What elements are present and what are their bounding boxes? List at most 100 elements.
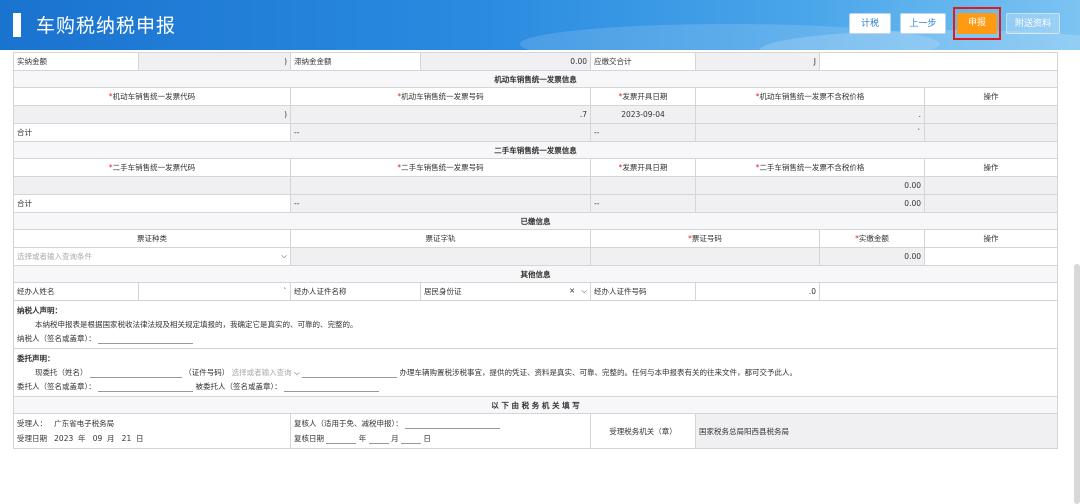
paid-col-amount: *实缴金额 xyxy=(819,229,925,248)
clear-icon[interactable]: × xyxy=(569,286,575,295)
paid-col-op: 操作 xyxy=(924,229,1058,248)
reviewer-blank[interactable] xyxy=(405,420,501,429)
chevron-down-icon[interactable]: ⌵ xyxy=(294,368,300,377)
receiver-value: 广东省电子税务局 xyxy=(54,419,115,428)
chevron-down-icon[interactable]: ⌵ xyxy=(581,286,587,296)
motor-total-price: ` xyxy=(695,123,925,142)
office-label: 受理税务机关（章） xyxy=(590,413,696,449)
entrust-declaration: 委托声明： 现委托（姓名） （证件号码） 选择或者输入查询 ⌵ 办理车辆购置税涉… xyxy=(13,348,1058,397)
receive-day: 21 xyxy=(121,434,132,443)
header-accent-bar xyxy=(13,13,21,37)
vertical-scrollbar[interactable] xyxy=(1074,264,1080,504)
used-invoice-section-title: 二手车销售统一发票信息 xyxy=(13,141,1058,159)
used-col-date-text: 发票开具日期 xyxy=(622,163,668,172)
used-code-input[interactable] xyxy=(13,176,291,195)
motor-total-row: 合计 -- -- ` xyxy=(13,123,1058,142)
taxpayer-sign-blank[interactable] xyxy=(98,335,194,344)
used-col-price-text: 二手车销售统一发票不含税价格 xyxy=(759,163,865,172)
motor-invoice-row: ) .7 2023-09-04 . xyxy=(13,105,1058,124)
receiver-cell: 受理人： 广东省电子税务局 受理日期 2023 年 09 月 21 日 xyxy=(13,413,291,449)
summary-blank xyxy=(819,52,1058,71)
page-header: 车购税纳税申报 计税 上一步 申报 附送资料 xyxy=(0,0,1080,50)
paid-type-select[interactable]: 选择或者输入查询条件 ⌵ xyxy=(13,247,291,266)
entrust-line: 现委托（姓名） （证件号码） 选择或者输入查询 ⌵ 办理车辆购置税涉税事宜，提供… xyxy=(17,367,1054,378)
entrust-cert-no-blank[interactable] xyxy=(302,369,398,378)
taxpayer-declaration-text: 本纳税申报表是根据国家税收法律法规及相关规定填报的，我确定它是真实的、可靠的、完… xyxy=(35,320,358,329)
other-section-title: 其他信息 xyxy=(13,265,1058,283)
entrust-cert-select[interactable]: 选择或者输入查询 xyxy=(232,368,292,377)
motor-col-op: 操作 xyxy=(924,87,1058,106)
paid-row: 选择或者输入查询条件 ⌵ 0.00 xyxy=(13,247,1058,266)
principal-sign-blank[interactable] xyxy=(98,383,194,392)
motor-total-number: -- xyxy=(290,123,591,142)
page-title: 车购税纳税申报 xyxy=(36,15,177,37)
attach-docs-button[interactable]: 附送资料 xyxy=(1006,13,1060,34)
used-invoice-row: 0.00 xyxy=(13,176,1058,195)
used-op-cell xyxy=(924,176,1058,195)
agent-name-input[interactable]: ` xyxy=(138,282,291,301)
total-due-label: 应缴交合计 xyxy=(590,52,696,71)
entrust-declaration-row: 委托声明： 现委托（姓名） （证件号码） 选择或者输入查询 ⌵ 办理车辆购置税涉… xyxy=(13,348,1058,397)
review-day-unit: 日 xyxy=(423,434,431,443)
review-day-blank[interactable] xyxy=(400,435,421,444)
taxpayer-sign-label: 纳税人（签名或盖章）： xyxy=(17,334,96,343)
motor-number-input[interactable]: .7 xyxy=(290,105,591,124)
agent-sign-blank[interactable] xyxy=(284,383,380,392)
declaration-form: 实纳金额 ) 滞纳金金额 0.00 应缴交合计 J 机动车销售统一发票信息 *机… xyxy=(13,52,1058,449)
paid-track-input[interactable] xyxy=(290,247,591,266)
office-section-title: 以 下 由 税 务 机 关 填 写 xyxy=(13,396,1058,414)
used-date-input[interactable] xyxy=(590,176,696,195)
office-row: 受理人： 广东省电子税务局 受理日期 2023 年 09 月 21 日 复核人（… xyxy=(13,413,1058,449)
motor-date-input[interactable]: 2023-09-04 xyxy=(590,105,696,124)
calc-tax-button[interactable]: 计税 xyxy=(849,13,891,34)
reviewer-line: 复核人（适用于免、减税申报）： xyxy=(294,418,587,429)
used-total-label: 合计 xyxy=(13,194,291,213)
other-blank xyxy=(819,282,1058,301)
motor-total-label: 合计 xyxy=(13,123,291,142)
day-unit: 日 xyxy=(136,434,144,443)
entrust-sign-line: 委托人（签名或盖章）： 被委托人（签名或盖章）： xyxy=(17,381,1054,392)
review-year-blank[interactable] xyxy=(326,435,357,444)
review-month-blank[interactable] xyxy=(368,435,389,444)
used-total-date: -- xyxy=(590,194,696,213)
other-info-row: 经办人姓名 ` 经办人证件名称 居民身份证 ⌵ × 经办人证件号码 .0 xyxy=(13,282,1058,301)
actual-tax-value[interactable]: ) xyxy=(138,52,291,71)
late-fee-value: 0.00 xyxy=(420,52,591,71)
cert-name-select[interactable]: 居民身份证 ⌵ × xyxy=(420,282,591,301)
used-total-number: -- xyxy=(290,194,591,213)
paid-number-input[interactable] xyxy=(590,247,820,266)
motor-price-input[interactable]: . xyxy=(695,105,925,124)
cert-no-input[interactable]: .0 xyxy=(695,282,820,301)
entrust-title: 委托声明： xyxy=(17,354,55,363)
late-fee-label: 滞纳金金额 xyxy=(290,52,421,71)
used-col-number: *二手车销售统一发票号码 xyxy=(290,158,591,177)
paid-header-row: 票证种类 票证字轨 *票证号码 *实缴金额 操作 xyxy=(13,229,1058,248)
motor-code-input[interactable]: ) xyxy=(13,105,291,124)
motor-col-price: *机动车销售统一发票不含税价格 xyxy=(695,87,925,106)
office-value: 国家税务总局阳西县税务局 xyxy=(695,413,1058,449)
entrust-name-blank[interactable] xyxy=(89,369,182,378)
paid-amount-input[interactable]: 0.00 xyxy=(819,247,925,266)
entrust-text: 办理车辆购置税涉税事宜，提供的凭证、资料是真实、可靠、完整的。任何与本申报表有关… xyxy=(399,368,798,377)
motor-invoice-header-row: *机动车销售统一发票代码 *机动车销售统一发票号码 *发票开具日期 *机动车销售… xyxy=(13,87,1058,106)
entrust-now-label: 现委托（姓名） xyxy=(35,368,88,377)
review-month-unit: 月 xyxy=(391,434,399,443)
used-invoice-header-row: *二手车销售统一发票代码 *二手车销售统一发票号码 *发票开具日期 *二手车销售… xyxy=(13,158,1058,177)
entrust-cert-label: （证件号码） xyxy=(184,368,230,377)
paid-type-placeholder: 选择或者输入查询条件 xyxy=(17,252,92,261)
cert-name-value: 居民身份证 xyxy=(424,287,462,296)
summary-row: 实纳金额 ) 滞纳金金额 0.00 应缴交合计 J xyxy=(13,52,1058,71)
used-price-input[interactable]: 0.00 xyxy=(695,176,925,195)
chevron-down-icon[interactable]: ⌵ xyxy=(281,251,287,261)
motor-col-number-text: 机动车销售统一发票号码 xyxy=(401,92,484,101)
taxpayer-declaration-row: 纳税人声明： 本纳税申报表是根据国家税收法律法规及相关规定填报的，我确定它是真实… xyxy=(13,300,1058,349)
paid-col-type: 票证种类 xyxy=(13,229,291,248)
declaration-table: 实纳金额 ) 滞纳金金额 0.00 应缴交合计 J 机动车销售统一发票信息 *机… xyxy=(13,52,1058,449)
prev-step-button[interactable]: 上一步 xyxy=(900,13,946,34)
review-date-line: 复核日期 年 月 日 xyxy=(294,433,587,444)
used-number-input[interactable] xyxy=(290,176,591,195)
used-total-price: 0.00 xyxy=(695,194,925,213)
motor-op-cell xyxy=(924,105,1058,124)
taxpayer-sign-line: 纳税人（签名或盖章）： xyxy=(17,333,1054,344)
used-total-row: 合计 -- -- 0.00 xyxy=(13,194,1058,213)
